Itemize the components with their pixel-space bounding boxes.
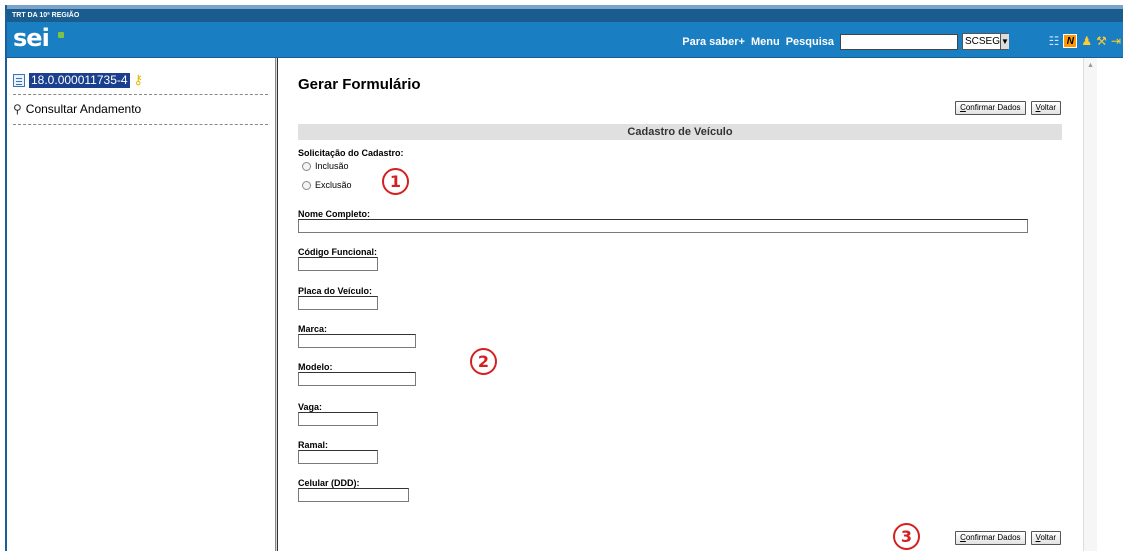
document-icon [13,73,25,87]
nome-completo-input[interactable] [298,219,1028,233]
radio-inclusao[interactable]: Inclusão [302,161,349,171]
link-menu[interactable]: Menu [751,36,780,48]
user-icon[interactable]: ♟ [1081,33,1092,49]
radio-button[interactable] [302,180,311,190]
modelo-input[interactable] [298,372,416,386]
field-label-celular: Celular (DDD): [298,478,360,488]
key-icon: ⚷ [133,72,144,87]
confirm-button[interactable]: Confirmar Dados [955,101,1026,115]
view-list-icon[interactable]: ☷ [1049,33,1060,49]
field-label-modelo: Modelo: [298,362,333,372]
window-frame: TRT DA 10ª REGIÃO sei Para saber+ Menu P… [5,5,1123,551]
form-area: Gerar Formulário Confirmar Dados Voltar … [278,58,1083,551]
logo-accent [58,32,64,38]
link-pesquisa[interactable]: Pesquisa [786,36,834,48]
tree-separator [13,124,268,125]
top-links: Para saber+ Menu Pesquisa [682,34,958,50]
radio-exclusao[interactable]: Exclusão [302,180,352,190]
field-label-placa: Placa do Veículo: [298,286,373,296]
header-bar: sei Para saber+ Menu Pesquisa SCSEG ▼ ☷ … [7,22,1123,58]
vertical-scrollbar[interactable]: ▲ [1083,58,1097,551]
bottom-button-bar: Confirmar Dados Voltar [955,531,1061,545]
process-number[interactable]: 18.0.000011735-4 [29,72,130,88]
vaga-input[interactable] [298,412,378,426]
top-icons: ☷ N ♟ ⚒ ⇥ [1049,33,1121,49]
n-note-icon[interactable]: N [1063,34,1078,48]
field-label-ramal: Ramal: [298,440,329,450]
process-tree: 18.0.000011735-4 ⚷ ⚲ Consultar Andamento [7,58,275,551]
radio-label: Inclusão [315,161,349,171]
top-button-bar: Confirmar Dados Voltar [955,101,1061,115]
field-label-marca: Marca: [298,324,328,334]
field-label-nome: Nome Completo: [298,209,370,219]
search-input[interactable] [840,34,958,50]
tree-item-consultar[interactable]: ⚲ Consultar Andamento [13,102,141,116]
tools-icon[interactable]: ⚒ [1096,33,1107,49]
unit-select-value: SCSEG [965,36,1001,47]
scroll-up-icon[interactable]: ▲ [1087,62,1094,69]
magnifier-icon: ⚲ [13,102,22,116]
page-title: Gerar Formulário [298,76,421,93]
callout-3: 3 [893,523,920,550]
request-label: Solicitação do Cadastro: [298,148,404,158]
placa-veiculo-input[interactable] [298,296,378,310]
back-button[interactable]: Voltar [1030,101,1061,115]
tree-item-process[interactable]: 18.0.000011735-4 ⚷ [13,72,143,88]
unit-select[interactable]: SCSEG ▼ [962,33,1009,50]
codigo-funcional-input[interactable] [298,257,378,271]
field-label-codigo: Código Funcional: [298,247,377,257]
callout-2: 2 [470,348,497,375]
field-label-vaga: Vaga: [298,402,323,412]
confirm-button-bottom[interactable]: Confirmar Dados [955,531,1026,545]
tree-separator [13,94,268,95]
callout-1: 1 [382,168,409,195]
radio-button[interactable] [302,161,311,171]
link-para-saber[interactable]: Para saber+ [682,36,745,48]
org-name: TRT DA 10ª REGIÃO [7,9,1123,22]
exit-icon[interactable]: ⇥ [1111,33,1121,49]
sei-logo[interactable]: sei [13,24,50,52]
back-button-bottom[interactable]: Voltar [1030,531,1061,545]
form-section-header: Cadastro de Veículo [298,124,1062,140]
marca-input[interactable] [298,334,416,348]
radio-label: Exclusão [315,180,352,190]
celular-input[interactable] [298,488,409,502]
chevron-down-icon[interactable]: ▼ [1000,34,1009,49]
consultar-andamento-link[interactable]: Consultar Andamento [26,102,141,116]
ramal-input[interactable] [298,450,378,464]
